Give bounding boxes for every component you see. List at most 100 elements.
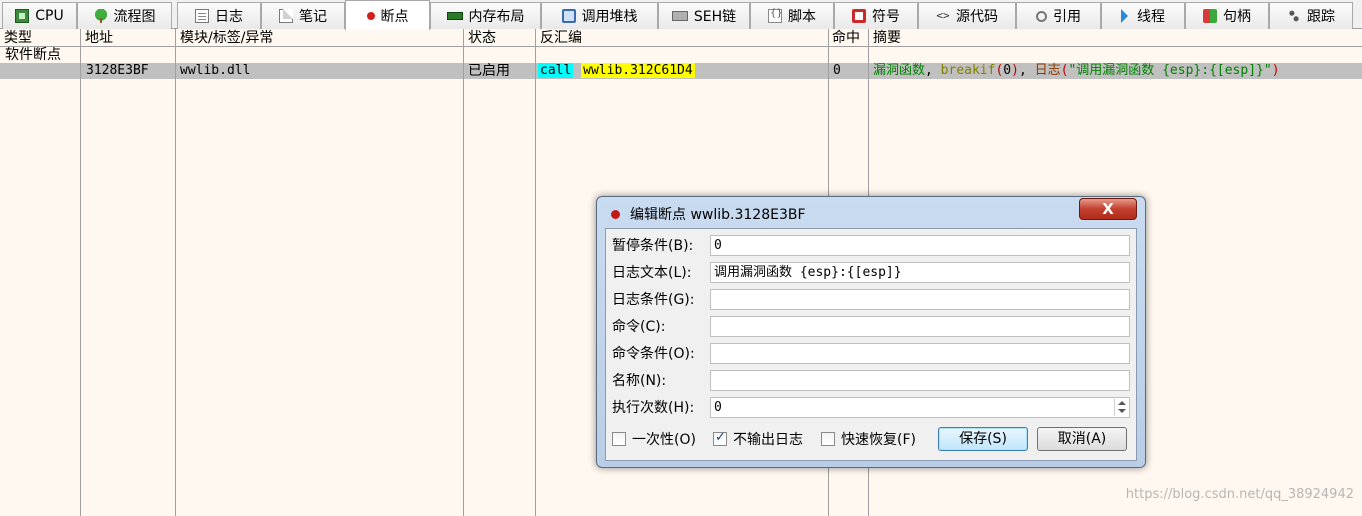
summary-breakif: breakif — [940, 63, 996, 78]
tab-cpu[interactable]: CPU — [2, 2, 77, 29]
field-label: 执行次数(H): — [612, 400, 695, 416]
dialog-title: 编辑断点 wwlib.3128E3BF — [630, 207, 806, 223]
field-hit-count: 执行次数(H): 0 — [612, 397, 1132, 419]
column-header-summary[interactable]: 摘要 — [869, 29, 1349, 47]
log-condition-input[interactable] — [710, 289, 1130, 310]
summary-paren: ) — [1011, 63, 1019, 78]
handles-icon — [1203, 9, 1217, 23]
field-label: 命令条件(O): — [612, 346, 695, 362]
dialog-title-bar[interactable]: 编辑断点 wwlib.3128E3BF — [611, 205, 806, 223]
threads-icon — [1121, 9, 1131, 23]
bp-hits: 0 — [833, 63, 841, 78]
summary-name: 漏洞函数 — [873, 63, 926, 78]
tab-threads[interactable]: 线程 — [1101, 2, 1185, 29]
name-input[interactable] — [710, 370, 1130, 391]
hit-count-stepper[interactable]: 0 — [710, 397, 1130, 418]
spin-buttons[interactable] — [1114, 399, 1128, 416]
fast-resume-checkbox[interactable]: 快速恢复(F) — [821, 429, 916, 449]
bp-summary: 漏洞函数, breakif(0), 日志("调用漏洞函数 {esp}:{[esp… — [873, 63, 1280, 79]
column-header-address[interactable]: 地址 — [81, 29, 175, 47]
tab-handles[interactable]: 句柄 — [1185, 2, 1269, 29]
tab-bar: CPU 流程图 日志 笔记 断点 内存布局 调用堆栈 SEH链 脚本 符号 <>… — [0, 0, 1362, 30]
tab-references[interactable]: 引用 — [1016, 2, 1101, 29]
column-header-type[interactable]: 类型 — [0, 29, 80, 47]
spin-up-icon[interactable] — [1118, 401, 1126, 405]
column-divider[interactable] — [80, 29, 81, 516]
tab-label: 引用 — [1053, 9, 1081, 25]
tab-label: 跟踪 — [1307, 9, 1335, 25]
tab-symbols[interactable]: 符号 — [834, 2, 918, 29]
cancel-button[interactable]: 取消(A) — [1037, 427, 1127, 451]
tab-graph[interactable]: 流程图 — [77, 2, 172, 29]
bp-module: wwlib.dll — [180, 63, 251, 78]
memory-map-icon — [446, 12, 463, 20]
field-label: 日志条件(G): — [612, 292, 695, 308]
table-row[interactable]: 3128E3BF wwlib.dll 已启用 call wwlib.312C61… — [0, 63, 1362, 79]
tab-log[interactable]: 日志 — [177, 2, 261, 29]
tab-label: 句柄 — [1223, 9, 1251, 25]
tab-memory-map[interactable]: 内存布局 — [430, 2, 541, 29]
tab-label: 日志 — [215, 9, 243, 25]
silent-checkbox[interactable]: 不输出日志 — [713, 429, 803, 449]
group-row-software-breakpoints[interactable]: 软件断点 — [0, 47, 61, 63]
breakpoint-icon — [611, 209, 620, 219]
one-time-checkbox[interactable]: 一次性(O) — [612, 429, 696, 449]
notes-icon — [279, 9, 293, 23]
script-icon — [768, 8, 783, 23]
tab-label: 脚本 — [788, 9, 816, 25]
table-header: 类型 地址 模块/标签/异常 状态 反汇编 命中 摘要 — [0, 29, 1362, 47]
column-header-module[interactable]: 模块/标签/异常 — [176, 29, 463, 47]
tab-label: 源代码 — [956, 9, 998, 25]
field-command: 命令(C): — [612, 316, 1132, 338]
hit-count-value: 0 — [714, 400, 722, 415]
field-label: 命令(C): — [612, 319, 666, 335]
command-condition-input[interactable] — [710, 343, 1130, 364]
summary-log: 日志 — [1034, 63, 1061, 78]
tab-label: 线程 — [1137, 9, 1165, 25]
tab-script[interactable]: 脚本 — [750, 2, 834, 29]
seh-icon — [671, 11, 688, 21]
column-divider[interactable] — [463, 29, 464, 516]
field-name: 名称(N): — [612, 370, 1132, 392]
breakpoint-icon — [366, 11, 375, 20]
checkbox-box — [612, 432, 626, 446]
tab-call-stack[interactable]: 调用堆栈 — [541, 2, 658, 29]
column-divider[interactable] — [535, 29, 536, 516]
tab-label: 符号 — [872, 9, 900, 25]
tab-notes[interactable]: 笔记 — [261, 2, 345, 29]
close-button[interactable]: X — [1079, 198, 1137, 220]
summary-breakif-arg: 0 — [1003, 63, 1012, 78]
column-header-hits[interactable]: 命中 — [829, 29, 868, 47]
column-divider[interactable] — [175, 29, 176, 516]
checkbox-label: 快速恢复(F) — [841, 432, 916, 448]
column-header-disassembly[interactable]: 反汇编 — [536, 29, 828, 47]
tab-source[interactable]: <> 源代码 — [918, 2, 1016, 29]
column-header-status[interactable]: 状态 — [464, 29, 535, 47]
edit-breakpoint-dialog[interactable]: 编辑断点 wwlib.3128E3BF X 暂停条件(B): 0 日志文本(L)… — [596, 196, 1146, 468]
tab-seh-chain[interactable]: SEH链 — [658, 2, 750, 29]
field-label: 名称(N): — [612, 373, 667, 389]
cpu-icon — [15, 9, 30, 23]
source-icon: <> — [936, 9, 950, 22]
checkbox-label: 一次性(O) — [632, 432, 696, 448]
trace-icon — [1287, 9, 1301, 23]
log-icon — [195, 9, 209, 23]
bp-status: 已启用 — [468, 63, 510, 79]
spin-down-icon[interactable] — [1118, 409, 1126, 413]
tab-breakpoints[interactable]: 断点 — [345, 0, 430, 30]
checkbox-box — [713, 430, 727, 446]
tab-label: 断点 — [380, 8, 409, 25]
field-label: 暂停条件(B): — [612, 238, 694, 254]
command-input[interactable] — [710, 316, 1130, 337]
watermark: https://blog.csdn.net/qq_38924942 — [1125, 487, 1354, 502]
summary-log-arg: "调用漏洞函数 {esp}:{[esp]}" — [1068, 63, 1272, 78]
disasm-operand: wwlib.312C61D4 — [581, 63, 695, 78]
disasm-mnemonic: call — [538, 63, 574, 78]
save-button[interactable]: 保存(S) — [938, 427, 1028, 451]
tab-trace[interactable]: 跟踪 — [1269, 2, 1353, 29]
log-text-input[interactable]: 调用漏洞函数 {esp}:{[esp]} — [710, 262, 1130, 283]
field-log-condition: 日志条件(G): — [612, 289, 1132, 311]
break-condition-input[interactable]: 0 — [710, 235, 1130, 256]
tab-label: CPU — [35, 8, 64, 24]
call-stack-icon — [561, 9, 576, 23]
